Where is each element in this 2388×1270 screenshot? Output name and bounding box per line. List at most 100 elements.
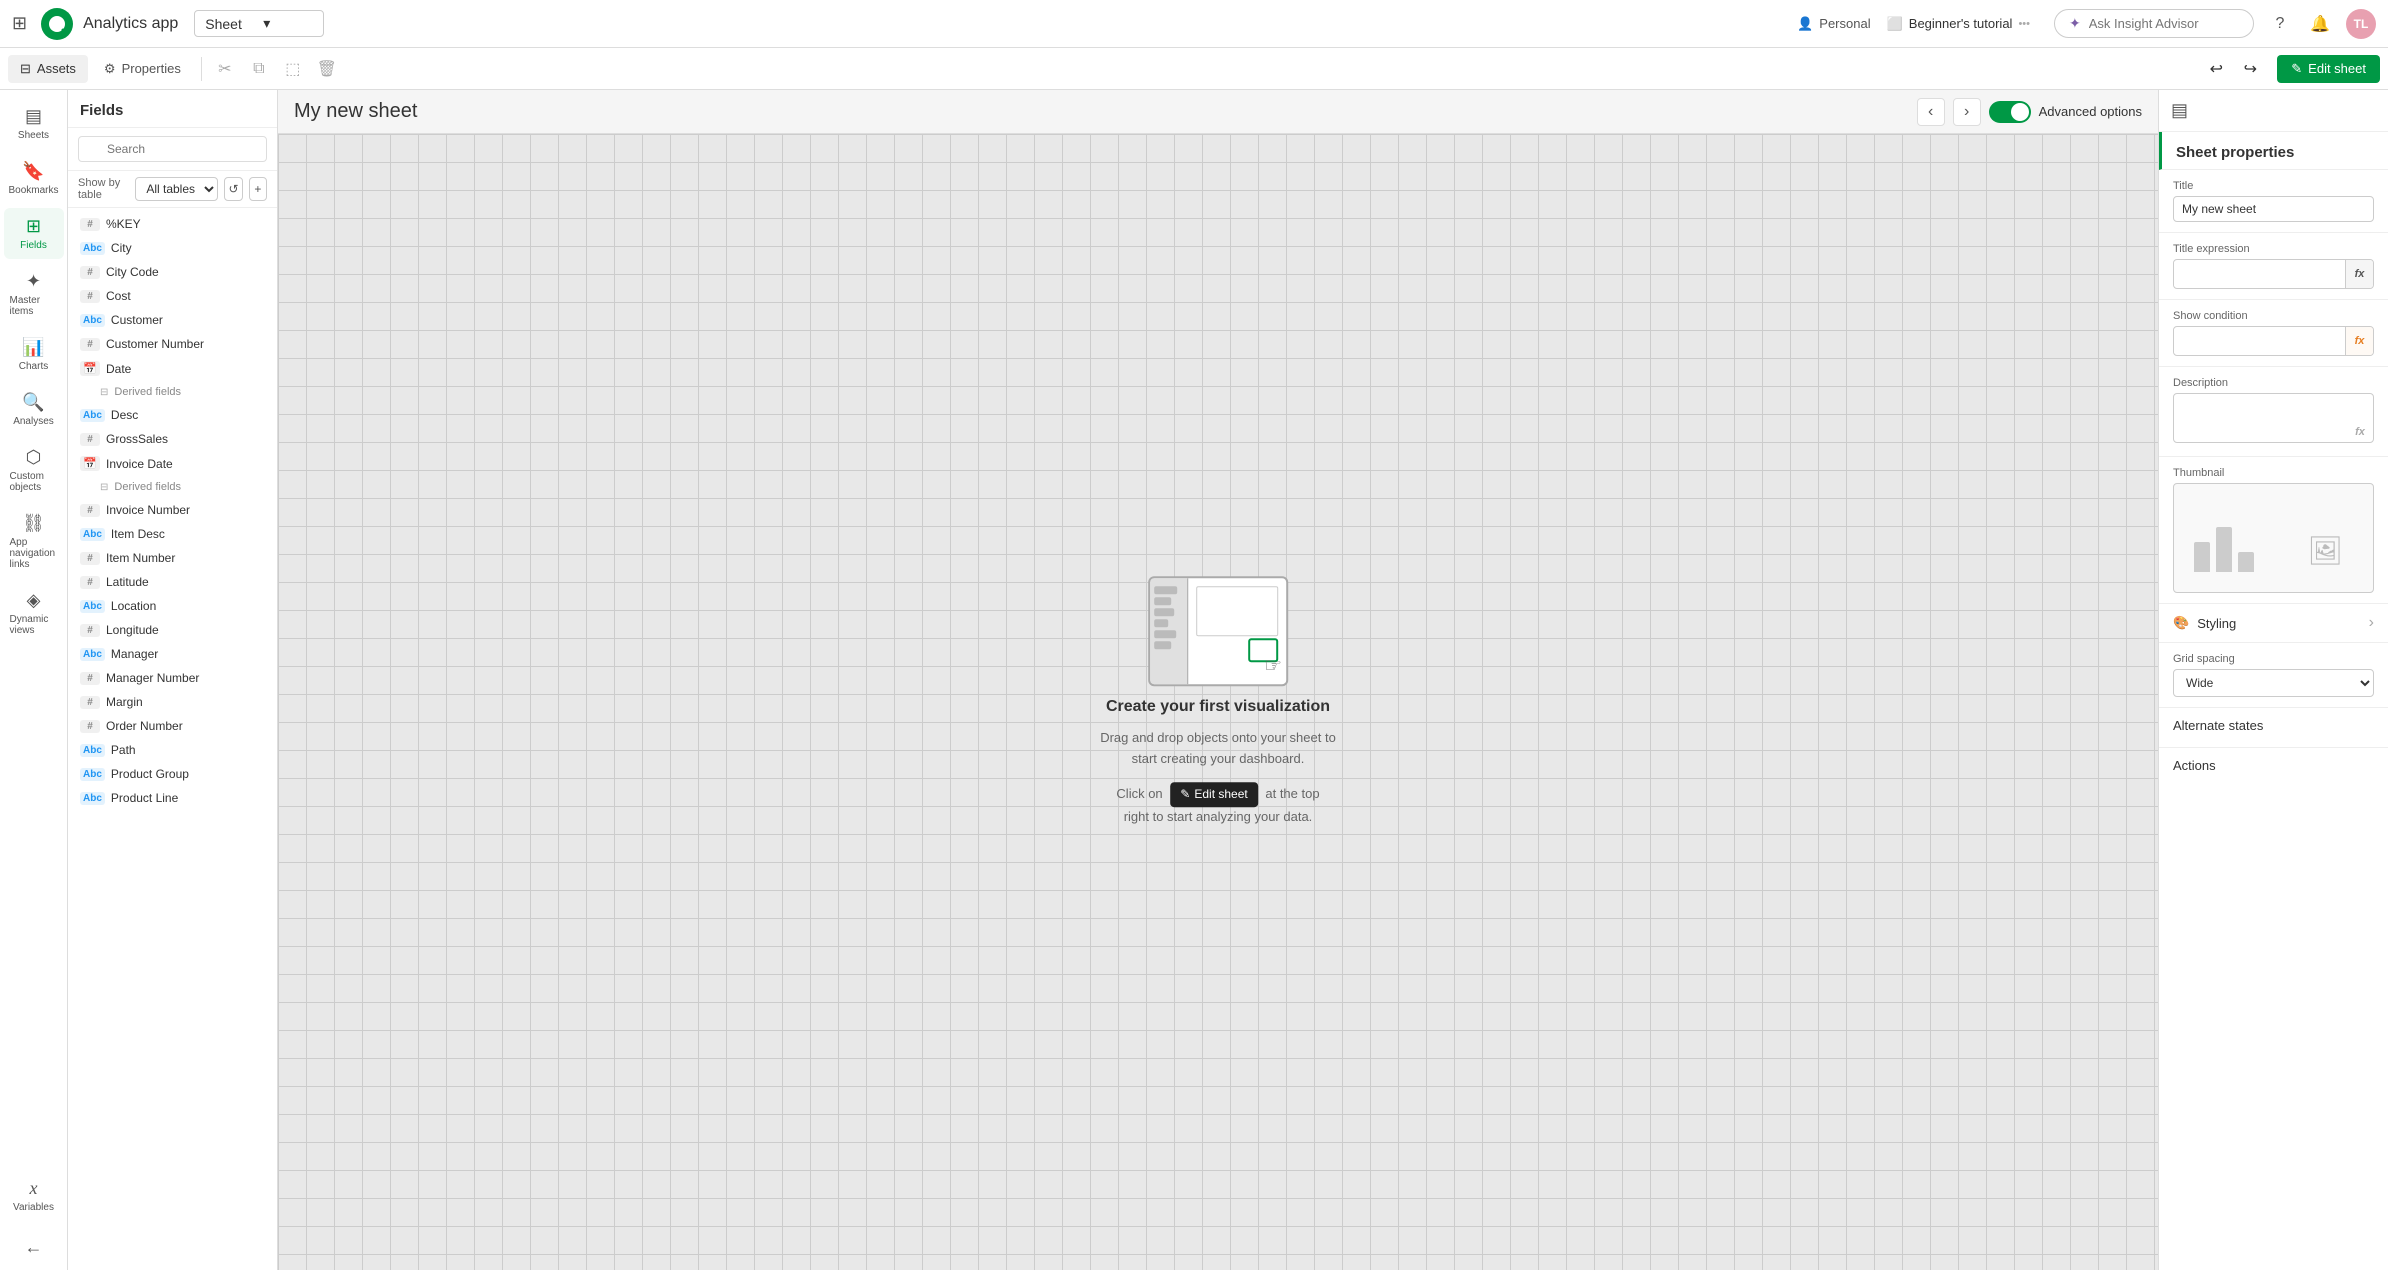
sidebar-item-charts[interactable]: 📊 Charts <box>4 329 64 380</box>
edit-sheet-button[interactable]: ✎ Edit sheet <box>2277 55 2380 83</box>
field-item[interactable]: # Customer Number <box>68 332 277 356</box>
tab-assets[interactable]: ⊟ Assets <box>8 55 88 83</box>
qlik-logo[interactable] <box>39 6 75 42</box>
prev-sheet-button[interactable]: ‹ <box>1917 98 1945 126</box>
title-expression-section: Title expression fx <box>2159 233 2388 300</box>
field-item[interactable]: Abc Item Desc <box>68 522 277 546</box>
field-item[interactable]: # Invoice Number <box>68 498 277 522</box>
show-condition-fx-button[interactable]: fx <box>2345 327 2373 355</box>
fx-orange-icon: fx <box>2355 335 2365 347</box>
help-button[interactable]: ? <box>2266 10 2294 38</box>
field-item[interactable]: Abc Path <box>68 738 277 762</box>
show-condition-label: Show condition <box>2173 310 2374 322</box>
next-sheet-button[interactable]: › <box>1953 98 1981 126</box>
table-select[interactable]: All tables <box>135 177 218 201</box>
field-item[interactable]: # Latitude <box>68 570 277 594</box>
tab-properties[interactable]: ⚙ Properties <box>92 55 193 83</box>
sidebar-item-app-nav[interactable]: ⛓ App navigation links <box>4 505 64 578</box>
field-item[interactable]: Abc Product Line <box>68 786 277 810</box>
field-item[interactable]: Abc City <box>68 236 277 260</box>
undo-button[interactable]: ↩ <box>2201 54 2231 84</box>
field-name: %KEY <box>106 217 141 231</box>
sidebar-item-fields[interactable]: ⊞ Fields <box>4 208 64 259</box>
field-item[interactable]: # Longitude <box>68 618 277 642</box>
field-item[interactable]: # Item Number <box>68 546 277 570</box>
fields-panel-header: Fields <box>68 90 277 128</box>
grid-menu-icon[interactable]: ⊞ <box>12 13 27 34</box>
cut-button[interactable]: ✂ <box>210 54 240 84</box>
field-item[interactable]: 📅 Date <box>68 356 277 381</box>
create-viz-heading: Create your first visualization <box>1106 698 1330 716</box>
field-item[interactable]: # City Code <box>68 260 277 284</box>
canvas-grid[interactable]: ☞ Create your first visualization Drag a… <box>278 134 2158 1270</box>
field-item[interactable]: # Order Number <box>68 714 277 738</box>
refresh-tables-button[interactable]: ↺ <box>224 177 242 201</box>
title-expression-fx-button[interactable]: fx <box>2345 260 2373 288</box>
derived-field-item[interactable]: ⊟ Derived fields <box>68 381 277 403</box>
insight-search[interactable]: ✦ <box>2054 9 2254 38</box>
field-name: Customer Number <box>106 337 204 351</box>
redo-button[interactable]: ↪ <box>2235 54 2265 84</box>
field-item[interactable]: 📅 Invoice Date <box>68 451 277 476</box>
fields-panel: Fields 🔍 Show by table All tables ↺ + # … <box>68 90 278 1270</box>
insight-search-input[interactable] <box>2089 16 2239 31</box>
field-item[interactable]: Abc Location <box>68 594 277 618</box>
panel-top-icon-area: ▤ <box>2159 90 2388 132</box>
advanced-options-label: Advanced options <box>2039 104 2142 119</box>
grid-spacing-select[interactable]: Wide Narrow Medium Extra wide <box>2173 669 2374 697</box>
paste-button[interactable]: ⬚ <box>278 54 308 84</box>
thumbnail-section: Thumbnail 🖼 <box>2159 457 2388 604</box>
sidebar-item-custom-objects[interactable]: ⬡ Custom objects <box>4 439 64 501</box>
description-section: Description fx <box>2159 367 2388 457</box>
actions-section: Actions <box>2159 748 2388 787</box>
field-item[interactable]: Abc Customer <box>68 308 277 332</box>
sidebar-item-master-items[interactable]: ✦ Master items <box>4 263 64 325</box>
field-type-hash: # <box>80 218 100 231</box>
sheet-dropdown[interactable]: Sheet ▾ <box>194 10 324 37</box>
styling-section[interactable]: 🎨 Styling › <box>2159 604 2388 643</box>
field-item[interactable]: Abc Product Group <box>68 762 277 786</box>
copy-button[interactable]: ⧉ <box>244 54 274 84</box>
tutorial-icon: ⬜ <box>1887 16 1903 32</box>
field-name: Invoice Date <box>106 457 173 471</box>
title-expression-input[interactable] <box>2174 262 2345 286</box>
field-type-abc: Abc <box>80 409 105 422</box>
top-nav: ⊞ Analytics app Sheet ▾ 👤 Personal ⬜ Beg… <box>0 0 2388 48</box>
dynamic-views-icon: ◈ <box>27 590 41 611</box>
inline-edit-button[interactable]: ✎ Edit sheet <box>1170 782 1257 807</box>
sidebar-item-analyses[interactable]: 🔍 Analyses <box>4 384 64 435</box>
tutorial-nav[interactable]: ⬜ Beginner's tutorial ••• <box>1887 16 2030 32</box>
show-condition-input[interactable] <box>2174 329 2345 353</box>
field-item[interactable]: Abc Manager <box>68 642 277 666</box>
sidebar-collapse-button[interactable]: ← <box>4 1229 64 1270</box>
thumbnail-area[interactable]: 🖼 <box>2173 483 2374 593</box>
field-name: Path <box>111 743 136 757</box>
field-item[interactable]: # GrossSales <box>68 427 277 451</box>
description-fx-button[interactable]: fx <box>2350 422 2370 442</box>
description-input[interactable] <box>2173 393 2374 443</box>
field-type-abc: Abc <box>80 744 105 757</box>
field-item[interactable]: # Manager Number <box>68 666 277 690</box>
delete-button[interactable]: 🗑 <box>312 54 342 84</box>
field-item[interactable]: # %KEY <box>68 212 277 236</box>
sidebar-item-sheets[interactable]: ▤ Sheets <box>4 98 64 149</box>
title-input[interactable] <box>2173 196 2374 222</box>
sidebar-item-bookmarks[interactable]: 🔖 Bookmarks <box>4 153 64 204</box>
avatar[interactable]: TL <box>2346 9 2376 39</box>
panel-top-icon: ▤ <box>2171 100 2188 121</box>
field-item[interactable]: # Cost <box>68 284 277 308</box>
sidebar-item-dynamic-views[interactable]: ◈ Dynamic views <box>4 582 64 644</box>
field-item[interactable]: Abc Desc <box>68 403 277 427</box>
more-icon[interactable]: ••• <box>2018 18 2030 30</box>
toolbar: ⊟ Assets ⚙ Properties ✂ ⧉ ⬚ 🗑 ↩ ↪ ✎ Edit… <box>0 48 2388 90</box>
derived-field-item[interactable]: ⊟ Derived fields <box>68 476 277 498</box>
sidebar-item-variables[interactable]: x Variables <box>4 1170 64 1225</box>
show-by-table-label: Show by table <box>78 177 129 201</box>
advanced-options-toggle[interactable] <box>1989 101 2031 123</box>
notifications-button[interactable]: 🔔 <box>2306 10 2334 38</box>
field-item[interactable]: # Margin <box>68 690 277 714</box>
fields-search-input[interactable] <box>78 136 267 162</box>
create-viz-subtext: Drag and drop objects onto your sheet to… <box>1100 728 1336 770</box>
add-table-button[interactable]: + <box>249 177 267 201</box>
sheets-icon: ▤ <box>25 106 42 127</box>
